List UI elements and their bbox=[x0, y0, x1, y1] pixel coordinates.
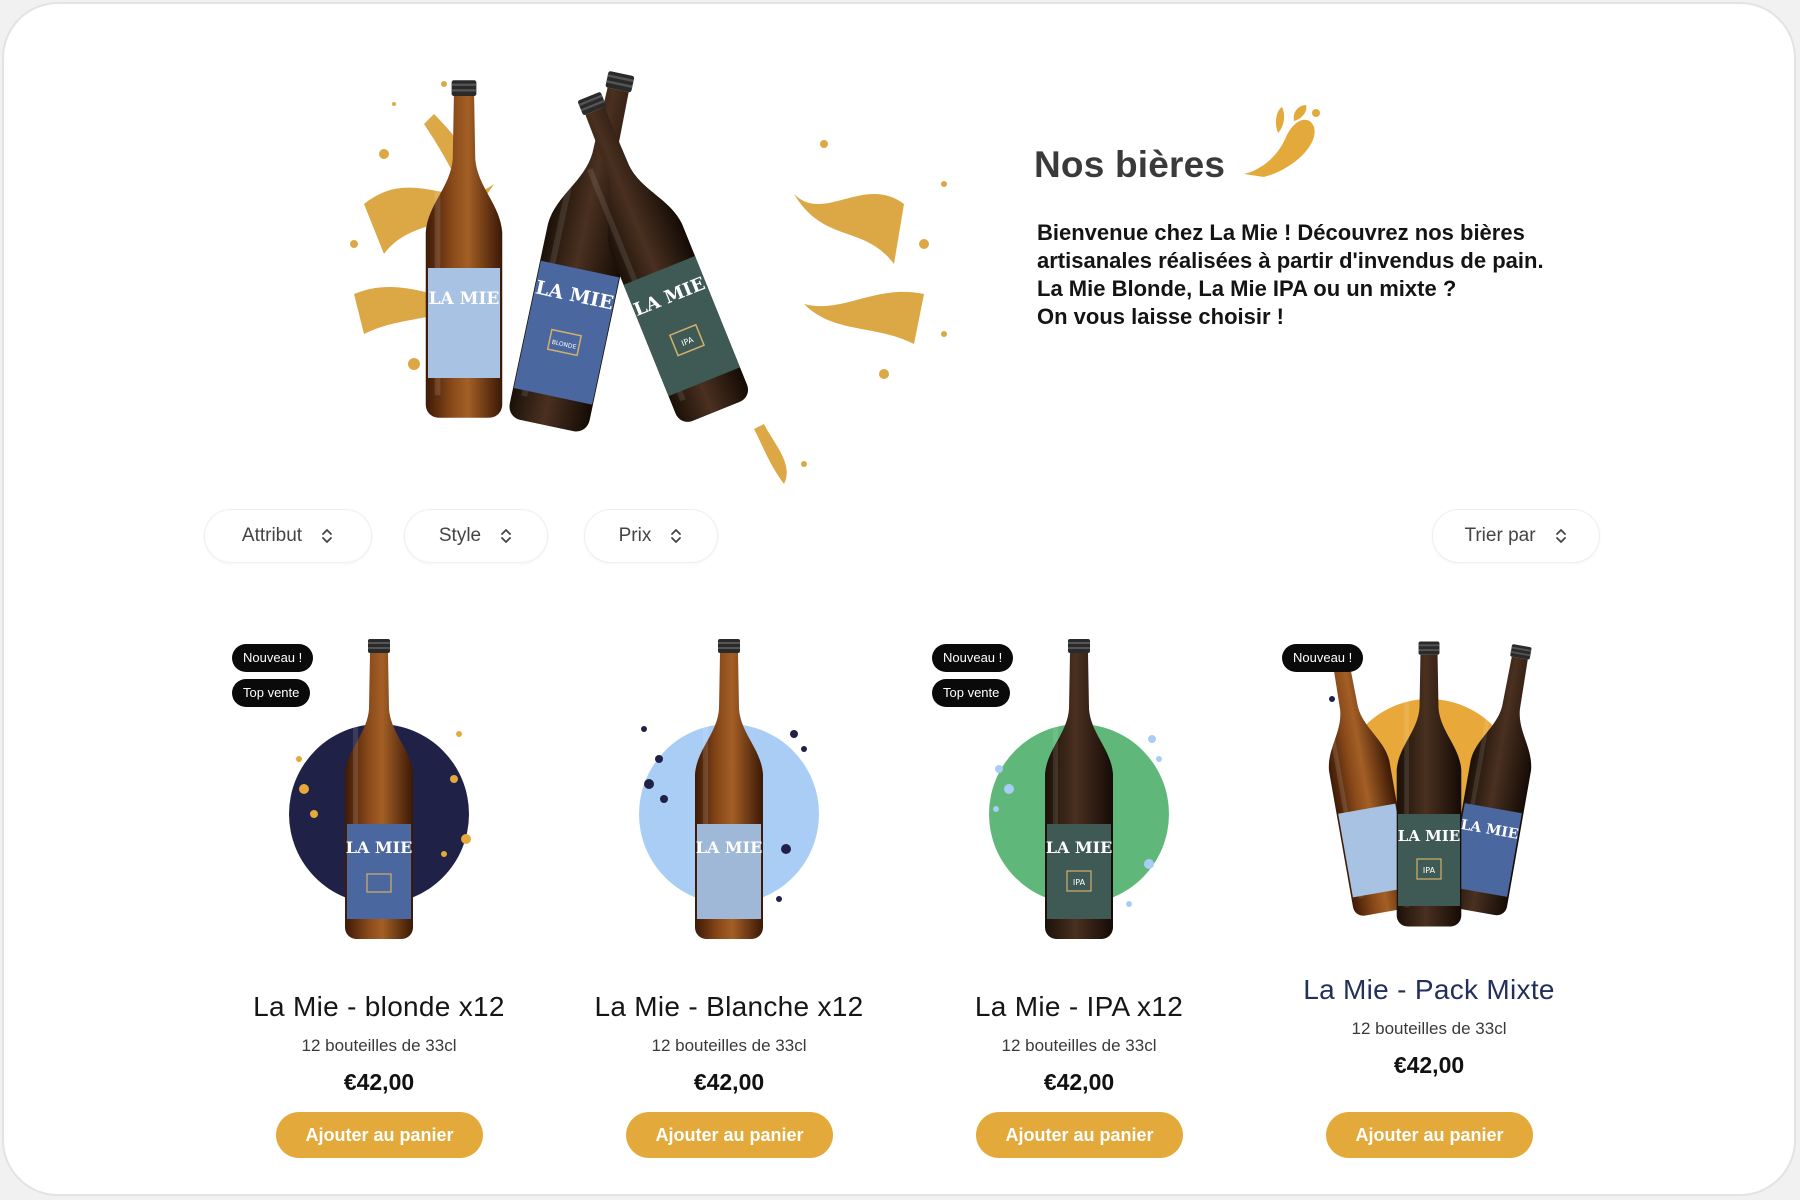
product-name[interactable]: La Mie - IPA x12 bbox=[904, 991, 1254, 1023]
product-name[interactable]: La Mie - blonde x12 bbox=[204, 991, 554, 1023]
splash-icon bbox=[1244, 105, 1320, 177]
bottle-label-text: LA MIE bbox=[696, 838, 763, 857]
product-name[interactable]: La Mie - Pack Mixte bbox=[1254, 974, 1604, 1006]
bottle-label-text: LA MIE bbox=[1398, 827, 1460, 845]
page-title: Nos bières bbox=[1034, 144, 1226, 185]
filter-bar: Attribut Style Prix Trier par bbox=[4, 509, 1794, 565]
add-to-cart-button[interactable]: Ajouter au panier bbox=[276, 1112, 483, 1158]
filter-attribut[interactable]: Attribut bbox=[204, 509, 372, 563]
product-image: LA MIE LA MIE IPA bbox=[1307, 640, 1553, 927]
add-to-cart-button[interactable]: Ajouter au panier bbox=[626, 1112, 833, 1158]
sort-label: Trier par bbox=[1464, 525, 1536, 546]
filter-label: Prix bbox=[618, 525, 652, 546]
chevron-updown-icon bbox=[501, 529, 512, 543]
hero-intro-line: Bienvenue chez La Mie ! Découvrez nos bi… bbox=[1037, 220, 1544, 273]
product-card-blonde[interactable]: LA MIE Nouveau ! Top vente La Mie - blon… bbox=[204, 639, 554, 1179]
product-subtitle: 12 bouteilles de 33cl bbox=[301, 1036, 457, 1055]
product-price: €42,00 bbox=[343, 1069, 415, 1095]
bottle-label-text: LA MIE bbox=[346, 838, 413, 857]
chevron-updown-icon bbox=[671, 529, 682, 543]
filter-label: Style bbox=[438, 525, 482, 546]
hero-intro-line: On vous laisse choisir ! bbox=[1037, 304, 1284, 329]
add-to-cart-button[interactable]: Ajouter au panier bbox=[1326, 1112, 1533, 1158]
product-price: €42,00 bbox=[693, 1069, 765, 1095]
bottle-variant-text: IPA bbox=[1073, 878, 1086, 887]
filter-prix[interactable]: Prix bbox=[584, 509, 718, 563]
bottle-label-text: LA MIE bbox=[1046, 838, 1113, 857]
product-name[interactable]: La Mie - Blanche x12 bbox=[554, 991, 904, 1023]
page-frame: LA MIE LA MIE BLONDE LA MIE IPA Nos bièr… bbox=[2, 2, 1796, 1196]
chevron-updown-icon bbox=[1555, 529, 1566, 543]
product-subtitle: 12 bouteilles de 33cl bbox=[651, 1036, 807, 1055]
add-to-cart-button[interactable]: Ajouter au panier bbox=[976, 1112, 1183, 1158]
chevron-updown-icon bbox=[322, 529, 332, 543]
product-price: €42,00 bbox=[1393, 1052, 1465, 1078]
hero-intro-line: La Mie Blonde, La Mie IPA ou un mixte ? bbox=[1037, 276, 1457, 301]
filter-label: Attribut bbox=[241, 525, 303, 546]
filter-style[interactable]: Style bbox=[404, 509, 548, 563]
hero-intro: Bienvenue chez La Mie ! Découvrez nos bi… bbox=[1037, 219, 1557, 331]
product-subtitle: 12 bouteilles de 33cl bbox=[1001, 1036, 1157, 1055]
product-price: €42,00 bbox=[1043, 1069, 1115, 1095]
bottle-label-text: LA MIE bbox=[429, 289, 500, 309]
product-image: LA MIE bbox=[639, 639, 819, 939]
badge-top-sale: Top vente bbox=[932, 679, 1011, 707]
hero-bottles-image: LA MIE LA MIE BLONDE LA MIE IPA bbox=[350, 64, 947, 484]
badge-top-sale: Top vente bbox=[232, 679, 311, 707]
product-card-pack-mixte[interactable]: LA MIE LA MIE IPA Nouveau ! La Mie - Pac… bbox=[1254, 639, 1604, 1179]
product-card-ipa[interactable]: LA MIE IPA Nouveau ! Top vente La Mie - … bbox=[904, 639, 1254, 1179]
product-subtitle: 12 bouteilles de 33cl bbox=[1351, 1019, 1507, 1038]
sort-dropdown[interactable]: Trier par bbox=[1432, 509, 1600, 563]
badge-new: Nouveau ! bbox=[932, 644, 1014, 672]
badge-new: Nouveau ! bbox=[1282, 644, 1364, 672]
bottle-variant-text: IPA bbox=[1423, 866, 1436, 875]
badge-new: Nouveau ! bbox=[232, 644, 314, 672]
hero-heading: Nos bières bbox=[1034, 99, 1414, 209]
product-card-blanche[interactable]: LA MIE La Mie - Blanche x12 12 bouteille… bbox=[554, 639, 904, 1179]
